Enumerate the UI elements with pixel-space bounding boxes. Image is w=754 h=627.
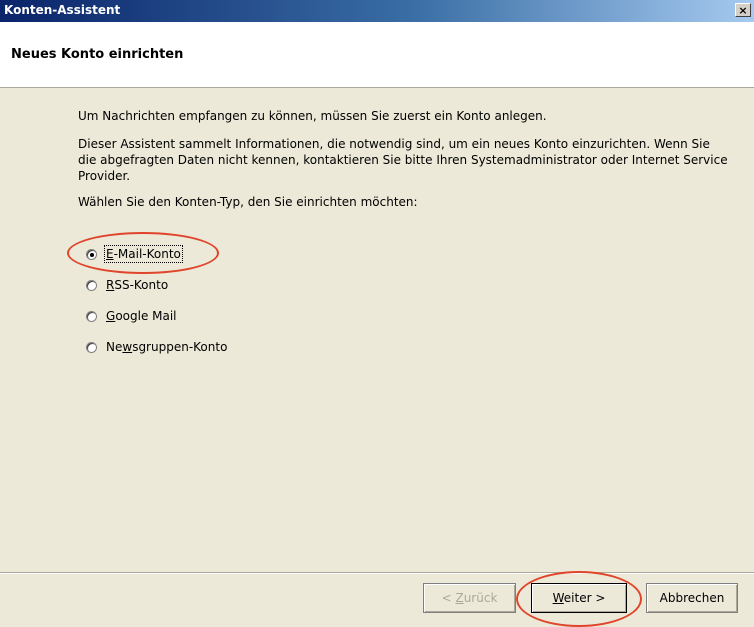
account-type-prompt: Wählen Sie den Konten-Typ, den Sie einri…	[78, 195, 418, 209]
button-area-separator	[0, 572, 754, 574]
radio-rss-account[interactable]: RSS-Konto	[86, 276, 168, 294]
explanation-text: Dieser Assistent sammelt Informationen, …	[78, 137, 728, 183]
cancel-button[interactable]: Abbrechen	[646, 583, 738, 613]
radio-google-mail[interactable]: Google Mail	[86, 307, 177, 325]
account-wizard-dialog: Konten-Assistent × Neues Konto einrichte…	[0, 0, 754, 627]
title-bar[interactable]: Konten-Assistent ×	[0, 0, 754, 22]
radio-label-newsgroup[interactable]: Newsgruppen-Konto	[106, 340, 227, 354]
radio-email-account[interactable]: E-Mail-Konto	[86, 245, 183, 263]
next-button[interactable]: Weiter >	[531, 583, 627, 613]
radio-newsgroup-account[interactable]: Newsgruppen-Konto	[86, 338, 227, 356]
radio-button-google-mail[interactable]	[86, 310, 97, 322]
close-button[interactable]: ×	[735, 3, 751, 17]
radio-label-google-mail[interactable]: Google Mail	[106, 309, 177, 323]
close-icon: ×	[738, 4, 748, 17]
radio-button-email[interactable]	[86, 248, 97, 260]
radio-label-email[interactable]: E-Mail-Konto	[104, 245, 183, 263]
radio-label-rss[interactable]: RSS-Konto	[106, 278, 168, 292]
wizard-header: Neues Konto einrichten	[0, 22, 754, 88]
radio-button-newsgroup[interactable]	[86, 341, 97, 353]
back-button[interactable]: < Zurück	[423, 583, 516, 613]
page-heading: Neues Konto einrichten	[11, 47, 184, 62]
window-title: Konten-Assistent	[4, 3, 121, 17]
radio-button-rss[interactable]	[86, 279, 97, 291]
intro-text: Um Nachrichten empfangen zu können, müss…	[78, 109, 547, 123]
